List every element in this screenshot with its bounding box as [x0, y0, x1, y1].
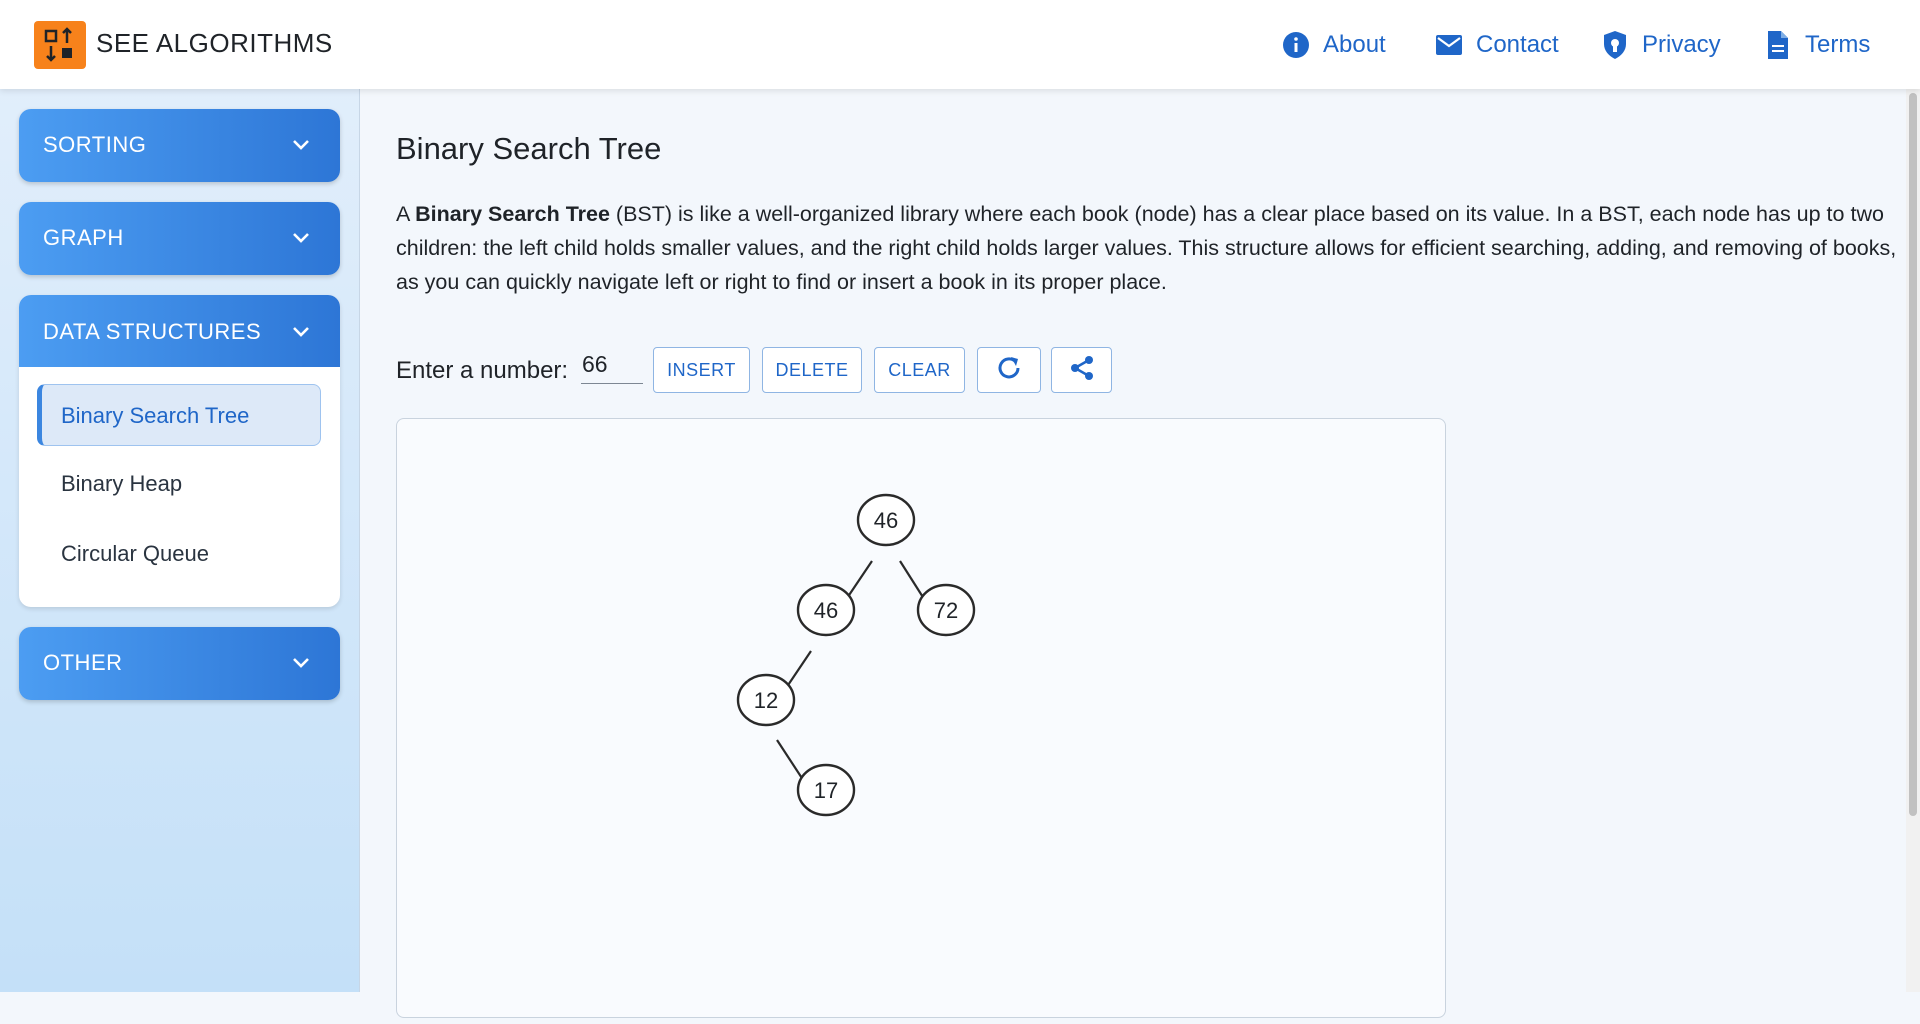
- refresh-button[interactable]: [977, 347, 1041, 393]
- nav-terms-label: Terms: [1805, 31, 1871, 58]
- description-bold-term: Binary Search Tree: [415, 202, 610, 226]
- share-button[interactable]: [1051, 347, 1112, 393]
- refresh-icon: [995, 354, 1023, 387]
- tree-node: 46: [856, 493, 916, 547]
- delete-button[interactable]: DELETE: [762, 347, 862, 393]
- sidebar-section-label: OTHER: [43, 650, 123, 675]
- tree-svg: 46 46 72 12 17: [736, 493, 976, 817]
- sidebar-item-circular-queue[interactable]: Circular Queue: [37, 523, 321, 585]
- tree-node-value: 46: [814, 598, 838, 623]
- nav-about-label: About: [1323, 31, 1386, 58]
- tree-node-value: 72: [934, 598, 958, 623]
- nav-about[interactable]: About: [1281, 27, 1386, 63]
- tree-node: 72: [916, 583, 976, 637]
- tree-node: 17: [796, 763, 856, 817]
- nav-contact[interactable]: Contact: [1434, 27, 1559, 63]
- page-title: Binary Search Tree: [396, 131, 662, 166]
- tree-node: 46: [796, 583, 856, 637]
- logo-icon[interactable]: [34, 21, 86, 69]
- enter-number-label: Enter a number:: [396, 357, 569, 384]
- tree-node-value: 17: [814, 778, 838, 803]
- page-scrollbar[interactable]: [1906, 89, 1920, 992]
- sidebar-section-graph[interactable]: GRAPH: [19, 202, 340, 275]
- mail-icon: [1434, 30, 1464, 60]
- brand-name[interactable]: SEE ALGORITHMS: [96, 28, 333, 59]
- scrollbar-thumb[interactable]: [1909, 93, 1917, 816]
- nav-contact-label: Contact: [1476, 31, 1559, 58]
- tree-canvas: 46 46 72 12 17: [396, 418, 1446, 1018]
- sidebar-item-binary-heap[interactable]: Binary Heap: [37, 453, 321, 515]
- controls-bar: Enter a number: INSERT DELETE CLEAR: [396, 345, 1196, 395]
- sidebar-section-label: DATA STRUCTURES: [43, 319, 262, 344]
- chevron-down-icon: [290, 651, 312, 673]
- info-icon: [1281, 30, 1311, 60]
- sidebar-section-data-structures: DATA STRUCTURES Binary Search Tree Binar…: [19, 295, 340, 607]
- number-input[interactable]: [581, 345, 643, 384]
- shield-icon: [1600, 30, 1630, 60]
- nav-terms[interactable]: Terms: [1763, 27, 1870, 63]
- sidebar-section-other[interactable]: OTHER: [19, 627, 340, 700]
- sidebar-section-label: GRAPH: [43, 225, 124, 250]
- clear-button[interactable]: CLEAR: [874, 347, 965, 393]
- document-icon: [1763, 30, 1793, 60]
- chevron-down-icon: [290, 226, 312, 248]
- chevron-down-icon: [290, 133, 312, 155]
- sidebar-section-data-structures-header[interactable]: DATA STRUCTURES: [19, 295, 340, 367]
- top-header: SEE ALGORITHMS About Contact Privacy Ter…: [0, 0, 1920, 89]
- description-prefix: A: [396, 202, 416, 226]
- chevron-down-icon: [290, 320, 312, 342]
- sidebar-item-binary-search-tree[interactable]: Binary Search Tree: [37, 384, 321, 446]
- page-description: A Binary Search Tree (BST) is like a wel…: [396, 197, 1904, 299]
- main-content: Binary Search Tree A Binary Search Tree …: [360, 89, 1906, 1018]
- insert-button[interactable]: INSERT: [653, 347, 750, 393]
- tree-node-value: 12: [754, 688, 778, 713]
- tree-node-value: 46: [874, 508, 898, 533]
- sidebar: SORTING GRAPH DATA STRUCTURES Binary Sea…: [0, 89, 360, 992]
- nav-privacy[interactable]: Privacy: [1600, 27, 1721, 63]
- tree-node: 12: [736, 673, 796, 727]
- sidebar-section-label: SORTING: [43, 132, 147, 157]
- sidebar-section-sorting[interactable]: SORTING: [19, 109, 340, 182]
- share-icon: [1068, 354, 1096, 387]
- nav-privacy-label: Privacy: [1642, 31, 1721, 58]
- description-text: (BST) is like a well-organized library w…: [396, 202, 1897, 294]
